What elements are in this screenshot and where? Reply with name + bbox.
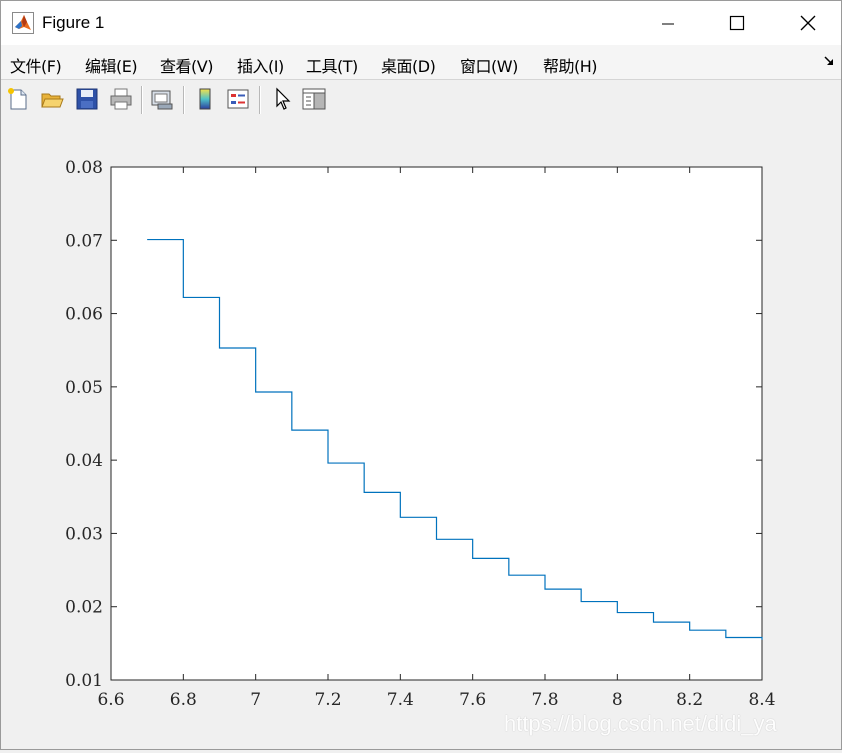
toolbar <box>1 79 841 119</box>
save-icon <box>75 87 99 111</box>
y-tick-label-7: 0.08 <box>65 158 103 178</box>
menu-bar: 文件(F) 编辑(E) 查看(V) 插入(I) 工具(T) 桌面(D) 窗口(W… <box>1 45 841 79</box>
property-inspector-button[interactable] <box>301 86 327 112</box>
figure-canvas: 6.6 6.8 7 7.2 7.4 7.6 7.8 8 8.2 8.4 0.01 0.02 0.03 0.… <box>1 118 841 749</box>
insert-colorbar-button[interactable] <box>192 86 218 112</box>
link-plot-icon <box>150 87 174 111</box>
y-tick-label-0: 0.01 <box>65 671 103 691</box>
y-tick-label-2: 0.03 <box>65 524 103 544</box>
minimize-icon <box>661 16 675 30</box>
x-tick-label-6: 7.8 <box>531 690 558 710</box>
open-file-button[interactable] <box>39 86 65 112</box>
print-button[interactable] <box>108 86 134 112</box>
close-icon <box>800 15 816 31</box>
menu-help[interactable]: 帮助(H) <box>543 53 597 77</box>
maximize-icon <box>729 15 745 31</box>
y-tick-label-1: 0.02 <box>65 598 103 618</box>
menu-file[interactable]: 文件(F) <box>10 53 61 77</box>
menu-window[interactable]: 窗口(W) <box>460 53 518 77</box>
insert-legend-button[interactable] <box>225 86 251 112</box>
figure-window: Figure 1 文件(F) 编辑(E) 查看(V) 插入(I) 工具(T) 桌… <box>0 0 842 750</box>
property-inspector-icon <box>301 87 327 111</box>
y-tick-label-3: 0.04 <box>65 451 103 471</box>
close-button[interactable] <box>785 1 831 45</box>
toolbar-separator <box>141 86 143 114</box>
y-tick-label-6: 0.07 <box>65 231 103 251</box>
y-tick-label-4: 0.05 <box>65 378 103 398</box>
save-button[interactable] <box>74 86 100 112</box>
x-tick-label-3: 7.2 <box>314 690 341 710</box>
insert-colorbar-icon <box>193 87 217 111</box>
new-figure-icon <box>6 87 30 111</box>
new-figure-button[interactable] <box>5 86 31 112</box>
open-file-icon <box>40 87 64 111</box>
print-icon <box>109 87 133 111</box>
x-tick-label-5: 7.6 <box>459 690 486 710</box>
edit-plot-arrow-icon <box>270 87 294 111</box>
maximize-button[interactable] <box>714 1 760 45</box>
menu-desktop[interactable]: 桌面(D) <box>381 53 435 77</box>
link-plot-button[interactable] <box>149 86 175 112</box>
title-bar[interactable]: Figure 1 <box>1 1 841 45</box>
menu-insert[interactable]: 插入(I) <box>237 53 284 77</box>
axes-box <box>111 167 762 680</box>
x-tick-label-9: 8.4 <box>748 690 775 710</box>
watermark-text: https://blog.csdn.net/didi_ya <box>504 711 777 737</box>
toolbar-separator <box>259 86 261 114</box>
matlab-logo-icon <box>12 12 34 34</box>
edit-plot-button[interactable] <box>269 86 295 112</box>
window-title: Figure 1 <box>42 13 104 33</box>
y-tick-label-5: 0.06 <box>65 305 103 325</box>
x-tick-label-1: 6.8 <box>170 690 197 710</box>
plot-area[interactable]: 6.6 6.8 7 7.2 7.4 7.6 7.8 8 8.2 8.4 0.01 0.02 0.03 0.… <box>1 118 841 749</box>
x-tick-label-0: 6.6 <box>97 690 124 710</box>
x-tick-label-4: 7.4 <box>387 690 414 710</box>
dock-arrow-icon[interactable] <box>823 55 835 67</box>
menu-view[interactable]: 查看(V) <box>160 53 213 77</box>
menu-tools[interactable]: 工具(T) <box>306 53 358 77</box>
x-tick-label-7: 8 <box>612 690 623 710</box>
insert-legend-icon <box>226 87 250 111</box>
toolbar-separator <box>183 86 185 114</box>
x-tick-label-8: 8.2 <box>676 690 703 710</box>
minimize-button[interactable] <box>645 1 691 45</box>
menu-edit[interactable]: 编辑(E) <box>85 53 137 77</box>
x-tick-label-2: 7 <box>250 690 261 710</box>
